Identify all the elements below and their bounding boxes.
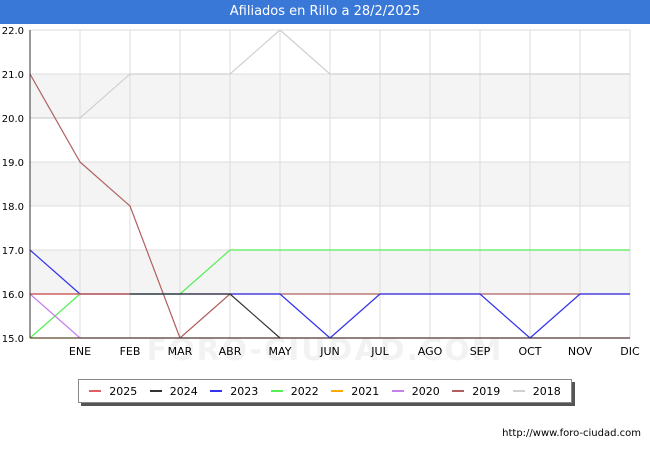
legend-item-2023: 2023 bbox=[210, 385, 258, 398]
x-tick-label: FEB bbox=[120, 345, 141, 358]
legend-swatch bbox=[331, 390, 344, 392]
legend-item-2024: 2024 bbox=[149, 384, 198, 398]
source-url: http://www.foro-ciudad.com bbox=[502, 428, 641, 439]
x-tick-label: DIC bbox=[620, 345, 640, 358]
y-tick-label: 20.0 bbox=[2, 114, 24, 125]
x-tick-label: ENE bbox=[69, 345, 91, 358]
y-tick-label: 17.0 bbox=[2, 246, 24, 257]
legend-swatch bbox=[452, 390, 465, 392]
y-tick-label: 16.0 bbox=[2, 290, 24, 301]
x-tick-label: AGO bbox=[418, 345, 443, 358]
x-tick-label: MAY bbox=[269, 345, 292, 358]
y-tick-label: 19.0 bbox=[2, 158, 24, 169]
legend-label: 2024 bbox=[169, 384, 198, 398]
x-tick-label: MAR bbox=[168, 345, 193, 358]
legend-swatch bbox=[512, 390, 525, 392]
y-tick-label: 18.0 bbox=[2, 202, 24, 213]
legend-swatch bbox=[391, 390, 404, 392]
legend-label: 2018 bbox=[532, 384, 561, 398]
legend-swatch bbox=[149, 390, 162, 392]
legend-swatch bbox=[210, 390, 223, 392]
y-tick-label: 15.0 bbox=[2, 334, 24, 345]
y-tick-label: 22.0 bbox=[2, 26, 24, 37]
legend-item-2025: 2025 bbox=[89, 385, 137, 398]
legend-item-2022: 2022 bbox=[270, 384, 319, 398]
x-tick-label: ABR bbox=[219, 345, 242, 358]
legend-item-2019: 2019 bbox=[452, 385, 500, 398]
legend-label: 2021 bbox=[351, 384, 380, 398]
x-tick-label: OCT bbox=[518, 345, 541, 358]
legend-swatch bbox=[89, 390, 102, 392]
legend-label: 2022 bbox=[290, 384, 319, 398]
x-tick-label: JUL bbox=[370, 345, 389, 358]
legend-item-2021: 2021 bbox=[331, 385, 379, 398]
legend-swatch bbox=[270, 390, 283, 392]
legend-label: 2023 bbox=[230, 384, 259, 398]
x-tick-label: SEP bbox=[470, 345, 491, 358]
legend-item-2020: 2020 bbox=[391, 384, 440, 398]
legend-item-2018: 2018 bbox=[512, 384, 561, 398]
legend-label: 2025 bbox=[109, 384, 138, 398]
x-tick-label: NOV bbox=[568, 345, 593, 358]
legend: 2025 2024 2023 2022 2021 2020 2019 2018 bbox=[78, 379, 572, 403]
legend-label: 2020 bbox=[411, 384, 440, 398]
y-tick-label: 21.0 bbox=[2, 70, 24, 81]
x-tick-label: JUN bbox=[319, 345, 340, 358]
legend-label: 2019 bbox=[472, 384, 501, 398]
